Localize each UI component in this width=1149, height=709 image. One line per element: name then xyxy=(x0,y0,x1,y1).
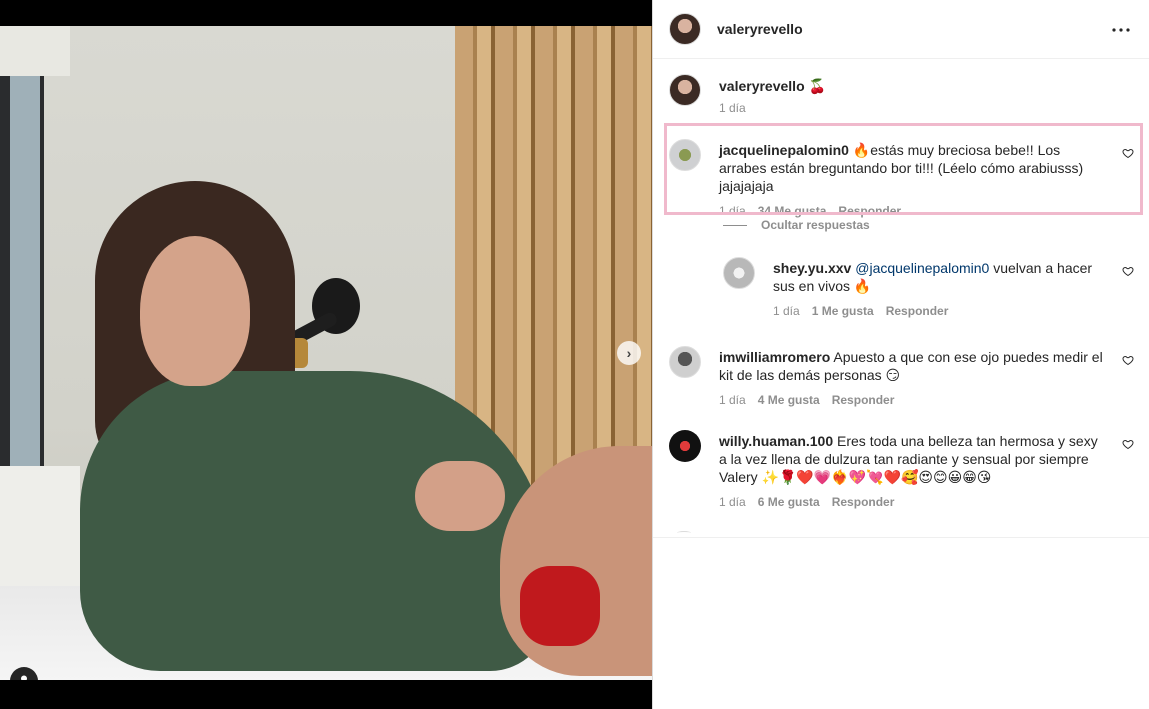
comment-username[interactable]: imwilliamromero xyxy=(719,349,830,365)
heart-icon[interactable] xyxy=(1122,265,1134,277)
reply-button[interactable]: Responder xyxy=(832,393,895,407)
chevron-right-icon: › xyxy=(626,345,632,361)
heart-icon[interactable] xyxy=(1122,438,1134,450)
comment-likes[interactable]: 4 Me gusta xyxy=(758,393,820,407)
heart-icon[interactable] xyxy=(1122,354,1134,366)
next-slide-button[interactable]: › xyxy=(617,341,641,365)
caption-username[interactable]: valeryrevello xyxy=(719,78,805,94)
reply-item: shey.yu.xxv @jacquelinepalomin0 vuelvan … xyxy=(723,257,1134,318)
avatar[interactable] xyxy=(669,430,701,462)
comment-item: imwilliamromero Apuesto a que con ese oj… xyxy=(669,346,1134,407)
post-caption: valeryrevello 🍒 1 día xyxy=(669,74,1134,115)
post-header: valeryrevello xyxy=(653,0,1149,59)
comment-likes[interactable]: 6 Me gusta xyxy=(758,495,820,509)
comment-highlight xyxy=(664,123,1143,215)
reply-username[interactable]: shey.yu.xxv xyxy=(773,260,851,276)
reply-likes[interactable]: 1 Me gusta xyxy=(812,304,874,318)
post-photo[interactable] xyxy=(0,26,652,680)
post-side-panel: valeryrevello valeryrevello 🍒 1 día jacq… xyxy=(652,0,1149,709)
reply-mention[interactable]: @jacquelinepalomin0 xyxy=(855,260,989,276)
more-options-icon[interactable] xyxy=(1109,18,1133,42)
reply-button[interactable]: Responder xyxy=(886,304,949,318)
hide-replies-button[interactable]: Ocultar respuestas xyxy=(723,218,870,232)
caption-time[interactable]: 1 día xyxy=(719,101,746,115)
reply-time[interactable]: 1 día xyxy=(773,304,800,318)
comment-time[interactable]: 1 día xyxy=(719,495,746,509)
comment-username[interactable]: willy.huaman.100 xyxy=(719,433,833,449)
avatar[interactable] xyxy=(669,13,701,45)
hide-replies-label: Ocultar respuestas xyxy=(761,218,870,232)
avatar[interactable] xyxy=(723,257,755,289)
header-username[interactable]: valeryrevello xyxy=(717,21,803,37)
comment-item: willy.huaman.100 Eres toda una belleza t… xyxy=(669,430,1134,509)
caption-text: 🍒 xyxy=(808,78,826,94)
avatar[interactable] xyxy=(669,346,701,378)
avatar[interactable] xyxy=(669,74,701,106)
divider xyxy=(653,537,1149,538)
post-media: › xyxy=(0,0,652,709)
reply-button[interactable]: Responder xyxy=(832,495,895,509)
loading-indicator xyxy=(677,531,691,535)
comment-time[interactable]: 1 día xyxy=(719,393,746,407)
